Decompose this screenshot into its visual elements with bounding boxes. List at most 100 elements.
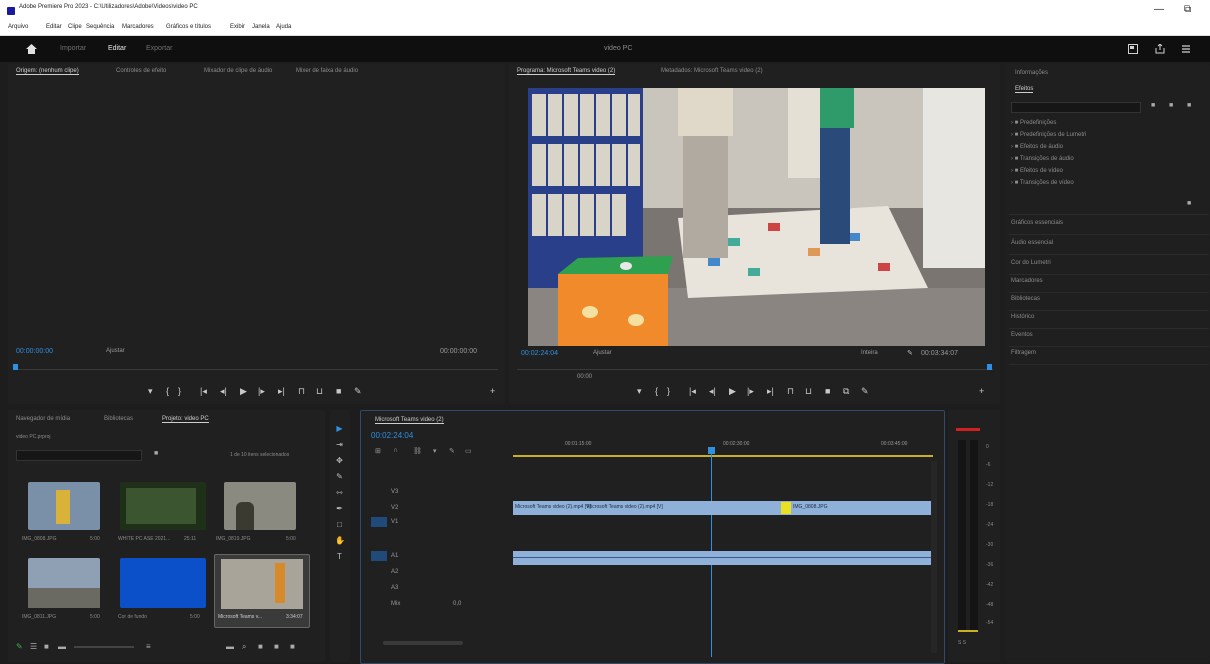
play-icon[interactable]: ▶ bbox=[240, 386, 247, 397]
overwrite-icon[interactable]: ⊔ bbox=[316, 386, 323, 397]
add-marker-icon[interactable]: ▾ bbox=[433, 447, 437, 455]
tab-effect-controls[interactable]: Controles de efeito bbox=[116, 68, 166, 74]
program-timecode[interactable]: 00:02:24:04 bbox=[521, 350, 558, 357]
new-folder-icon[interactable]: ■ bbox=[1187, 200, 1191, 207]
tab-editar[interactable]: Editar bbox=[108, 45, 126, 52]
panel-lumetri[interactable]: Cor do Lumetri bbox=[1011, 260, 1051, 266]
go-to-out-icon[interactable]: ▸| bbox=[278, 386, 285, 397]
tab-metadata[interactable]: Metadados: Microsoft Teams video (2) bbox=[661, 68, 763, 74]
tab-project[interactable]: Projeto: video PC bbox=[162, 416, 209, 423]
ripple-edit-tool-icon[interactable]: ✥ bbox=[335, 456, 344, 465]
tab-source[interactable]: Origem: (nenhum clipe) bbox=[16, 68, 79, 75]
work-area-bar[interactable] bbox=[513, 455, 933, 457]
source-fit-select[interactable]: Ajustar bbox=[106, 348, 125, 354]
menu-ajuda[interactable]: Ajuda bbox=[276, 24, 291, 30]
zoom-slider[interactable] bbox=[74, 646, 134, 648]
export-frame-icon[interactable]: ■ bbox=[825, 386, 830, 396]
menu-janela[interactable]: Janela bbox=[252, 24, 270, 30]
program-timeline-bar[interactable] bbox=[517, 369, 993, 370]
effects-tree-item[interactable]: › ■ Efeitos de vídeo bbox=[1011, 168, 1063, 174]
clip-thumbnail[interactable] bbox=[28, 558, 100, 608]
panel-historico[interactable]: Histórico bbox=[1011, 314, 1034, 320]
rectangle-tool-icon[interactable]: □ bbox=[335, 520, 344, 529]
a1-source-patch[interactable] bbox=[371, 551, 387, 561]
go-to-in-icon[interactable]: |◂ bbox=[689, 386, 696, 397]
settings-icon[interactable]: ✎ bbox=[861, 386, 869, 397]
add-button-icon[interactable]: + bbox=[979, 386, 984, 396]
v1-source-patch[interactable] bbox=[371, 517, 387, 527]
home-icon[interactable] bbox=[26, 44, 37, 54]
comparison-view-icon[interactable]: ⧉ bbox=[843, 386, 849, 397]
program-video-frame[interactable] bbox=[528, 88, 985, 346]
tab-program[interactable]: Programa: Microsoft Teams video (2) bbox=[517, 68, 616, 75]
accelerated-effects-icon[interactable]: ■ bbox=[1151, 102, 1155, 109]
track-select-tool-icon[interactable]: ⇥ bbox=[335, 440, 344, 449]
hand-tool-icon[interactable]: ✋ bbox=[335, 536, 345, 545]
track-a3-label[interactable]: A3 bbox=[391, 585, 398, 591]
menu-icon[interactable] bbox=[1181, 44, 1191, 54]
mark-out-icon[interactable]: } bbox=[178, 386, 181, 396]
slip-tool-icon[interactable]: ⇿ bbox=[335, 488, 344, 497]
menu-arquivo[interactable]: Arquivo bbox=[8, 24, 28, 30]
menu-editar[interactable]: Editar bbox=[46, 24, 62, 30]
type-tool-icon[interactable]: T bbox=[335, 552, 344, 561]
add-marker-icon[interactable]: ▾ bbox=[148, 386, 153, 397]
restore-button[interactable]: ⧉ bbox=[1184, 4, 1191, 15]
effects-tree-item[interactable]: › ■ Predefinições de Lumetri bbox=[1011, 132, 1086, 138]
clip-thumbnail[interactable] bbox=[224, 482, 296, 530]
add-marker-icon[interactable]: ▾ bbox=[637, 386, 642, 397]
pen-tool-icon[interactable]: ✒ bbox=[335, 504, 344, 513]
insert-icon[interactable]: ⊓ bbox=[298, 386, 305, 397]
step-forward-icon[interactable]: |▸ bbox=[747, 386, 754, 397]
clear-icon[interactable]: ■ bbox=[290, 642, 295, 651]
quick-export-icon[interactable] bbox=[1128, 44, 1138, 54]
panel-bibliotecas[interactable]: Bibliotecas bbox=[1011, 296, 1040, 302]
timeline-vertical-scrollbar[interactable] bbox=[931, 461, 937, 653]
razor-tool-icon[interactable]: ✎ bbox=[335, 472, 344, 481]
mix-value[interactable]: 0,0 bbox=[453, 601, 461, 607]
tab-sequence[interactable]: Microsoft Teams video (2) bbox=[375, 417, 444, 424]
find-icon[interactable]: ⌕ bbox=[242, 642, 246, 652]
freeform-view-icon[interactable]: ▬ bbox=[58, 642, 66, 651]
automate-icon[interactable]: ▬ bbox=[226, 642, 234, 651]
menu-exibir[interactable]: Exibir bbox=[230, 24, 245, 30]
panel-audio-essencial[interactable]: Áudio essencial bbox=[1011, 240, 1053, 246]
timeline-timecode[interactable]: 00:02:24:04 bbox=[371, 431, 413, 440]
tab-audio-track-mixer[interactable]: Mixer de faixa de áudio bbox=[296, 68, 358, 74]
menu-sequencia[interactable]: Sequência bbox=[86, 24, 114, 30]
program-fit-select[interactable]: Ajustar bbox=[593, 350, 612, 356]
minimize-button[interactable]: — bbox=[1154, 4, 1164, 15]
track-a2-label[interactable]: A2 bbox=[391, 569, 398, 575]
audio-clip-a1[interactable] bbox=[513, 551, 931, 565]
track-v1-label[interactable]: V1 bbox=[391, 519, 398, 525]
settings-icon[interactable]: ✎ bbox=[354, 386, 362, 397]
panel-eventos[interactable]: Eventos bbox=[1011, 332, 1033, 338]
step-back-icon[interactable]: ◂| bbox=[709, 386, 716, 397]
icon-view-icon[interactable]: ■ bbox=[44, 642, 49, 651]
tab-media-browser[interactable]: Navegador de mídia bbox=[16, 416, 70, 422]
mark-in-icon[interactable]: { bbox=[166, 386, 169, 396]
write-protect-icon[interactable]: ✎ bbox=[16, 642, 23, 651]
panel-filtragem[interactable]: Filtragem bbox=[1011, 350, 1036, 356]
effects-tree-item[interactable]: › ■ Efeitos de áudio bbox=[1011, 144, 1063, 150]
32bit-effects-icon[interactable]: ■ bbox=[1169, 102, 1173, 109]
video-clip-v1[interactable]: Microsoft Teams video (2).mp4 [V] Micros… bbox=[513, 501, 931, 515]
panel-graficos-essenciais[interactable]: Gráficos essenciais bbox=[1011, 220, 1063, 226]
sort-icon[interactable]: ≡ bbox=[146, 642, 151, 651]
effects-tree-item[interactable]: › ■ Transições de áudio bbox=[1011, 156, 1074, 162]
extract-icon[interactable]: ⊔ bbox=[805, 386, 812, 397]
clip-indicator[interactable] bbox=[956, 428, 980, 431]
mark-out-icon[interactable]: } bbox=[667, 386, 670, 396]
tab-importar[interactable]: Importar bbox=[60, 45, 86, 52]
new-item-icon[interactable]: ■ bbox=[274, 642, 279, 651]
track-a1-label[interactable]: A1 bbox=[391, 553, 398, 559]
linked-selection-icon[interactable]: ⛓ bbox=[413, 447, 422, 455]
nest-icon[interactable]: ⊞ bbox=[375, 447, 381, 455]
info-title[interactable]: Informações bbox=[1015, 70, 1048, 76]
selection-tool-icon[interactable]: ▶ bbox=[335, 424, 344, 433]
effects-tree-item[interactable]: › ■ Transições de vídeo bbox=[1011, 180, 1074, 186]
tab-exportar[interactable]: Exportar bbox=[146, 45, 172, 52]
timeline-horizontal-scrollbar[interactable] bbox=[383, 641, 463, 645]
clip-thumbnail[interactable] bbox=[28, 482, 100, 530]
lift-icon[interactable]: ⊓ bbox=[787, 386, 794, 397]
